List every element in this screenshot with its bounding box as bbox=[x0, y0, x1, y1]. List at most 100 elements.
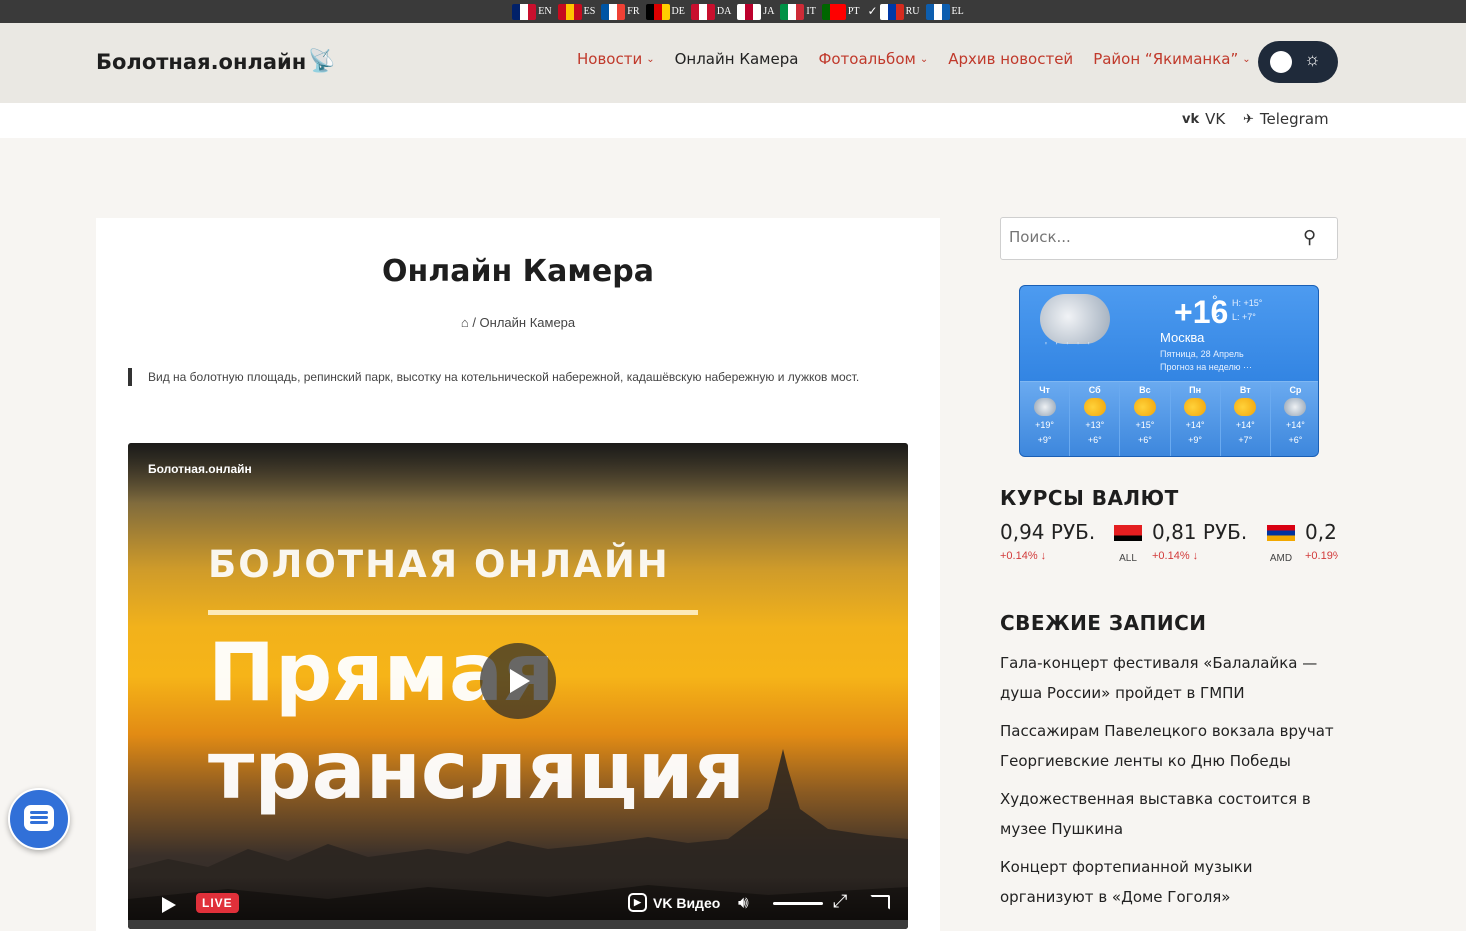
main-nav: Новости ⌄ Онлайн Камера Фотоальбом ⌄ Архив но… bbox=[577, 50, 1251, 68]
chat-button[interactable] bbox=[8, 788, 70, 850]
theme-toggle[interactable]: ☼ bbox=[1258, 41, 1338, 83]
weather-low: L: +7° bbox=[1232, 312, 1256, 322]
weather-forecast-link[interactable]: Прогноз на неделю ··· bbox=[1160, 362, 1252, 372]
lang-de[interactable]: DE bbox=[645, 3, 685, 20]
nav-item-4[interactable]: Район “Якиманка” ⌄ bbox=[1093, 50, 1250, 68]
lang-code: ES bbox=[583, 6, 596, 17]
search-box: ⚲ bbox=[1000, 217, 1338, 260]
play-icon[interactable] bbox=[162, 897, 176, 913]
partly-sunny-icon bbox=[1083, 398, 1106, 416]
posts-title: СВЕЖИЕ ЗАПИСИ bbox=[1000, 611, 1207, 635]
lang-ru[interactable]: ✓ RU bbox=[866, 3, 920, 20]
telegram-label: Telegram bbox=[1259, 110, 1329, 128]
post-link[interactable]: Пассажирам Павелецкого вокзала вручат Ге… bbox=[1000, 716, 1340, 776]
nav-item-2[interactable]: Фотоальбом ⌄ bbox=[818, 50, 928, 68]
day-low: +7° bbox=[1238, 435, 1253, 445]
day-name: Вт bbox=[1239, 385, 1251, 395]
lang-da[interactable]: DA bbox=[690, 3, 732, 20]
day-high: +14° bbox=[1185, 420, 1205, 430]
vk-link[interactable]: vk VK bbox=[1182, 110, 1225, 128]
currency-rate: 0,21 +0.19% bbox=[1305, 520, 1338, 562]
weather-temp: +16 bbox=[1174, 294, 1229, 330]
search-input[interactable] bbox=[1009, 228, 1289, 246]
day-low: +6° bbox=[1137, 435, 1152, 445]
weather-city: Москва bbox=[1160, 330, 1205, 345]
lang-ja[interactable]: JA bbox=[737, 3, 775, 20]
nav-item-0[interactable]: Новости ⌄ bbox=[577, 50, 655, 68]
day-name: Пн bbox=[1189, 385, 1202, 395]
post-link[interactable]: Концерт фортепианной музыки организуют в… bbox=[1000, 852, 1340, 912]
page-title: Онлайн Камера bbox=[382, 254, 654, 289]
logo-text[interactable]: Болотная.онлайн bbox=[96, 50, 306, 74]
weather-forecast-row: Чт +19° +9° Сб +13° +6° Вс +15° +6° Пн +14° +9° Вт +1… bbox=[1020, 381, 1318, 456]
lang-es[interactable]: ES bbox=[557, 3, 596, 20]
lang-it[interactable]: IT bbox=[780, 3, 816, 20]
rates-title: КУРСЫ ВАЛЮТ bbox=[1000, 486, 1179, 510]
video-player[interactable]: Болотная.онлайн БОЛОТНАЯ ОНЛАЙН Прямая т… bbox=[128, 443, 908, 929]
weather-high-low: H: +15° L: +7° bbox=[1232, 296, 1262, 324]
cloud-icon bbox=[1033, 398, 1056, 416]
lang-fr[interactable]: FR bbox=[601, 3, 640, 20]
forecast-day: Чт +19° +9° bbox=[1020, 382, 1071, 456]
lang-code: FR bbox=[627, 6, 640, 17]
home-icon[interactable]: ⌂ bbox=[461, 315, 469, 330]
rate-change: +0.14% ↓ bbox=[1000, 550, 1047, 562]
cast-icon[interactable] bbox=[870, 895, 890, 910]
day-high: +19° bbox=[1035, 420, 1055, 430]
currency-code: ALL bbox=[1119, 553, 1137, 564]
flag-icon bbox=[879, 3, 904, 20]
flag-icon bbox=[645, 3, 670, 20]
day-low: +9° bbox=[1188, 435, 1203, 445]
lang-el[interactable]: EL bbox=[925, 3, 964, 20]
weather-widget[interactable]: ' ' ' ' ' +16 ° C H: +15° L: +7° Москва … bbox=[1019, 285, 1319, 457]
lang-code: EN bbox=[538, 6, 552, 17]
weather-date: Пятница, 28 Апрель bbox=[1160, 349, 1244, 359]
video-headline-rule bbox=[208, 610, 698, 615]
lang-pt[interactable]: PT bbox=[821, 3, 860, 20]
vk-video-logo[interactable]: ▶ VK Видео bbox=[628, 893, 720, 912]
volume-icon[interactable]: 🔊︎ bbox=[738, 893, 749, 913]
rain-drops: ' ' ' ' ' bbox=[1045, 341, 1093, 352]
video-bottom-bar bbox=[128, 920, 908, 929]
lang-code: JA bbox=[763, 6, 775, 17]
rate-value: 0,94 РУБ. bbox=[1000, 520, 1096, 544]
forecast-day: Пн +14° +9° bbox=[1171, 382, 1221, 456]
video-channel[interactable]: Болотная.онлайн bbox=[148, 462, 252, 476]
toggle-knob bbox=[1270, 51, 1292, 73]
rate-value: 0,21 bbox=[1305, 520, 1338, 544]
language-bar: EN ES FR DE DA JA IT PT ✓ RU EL bbox=[0, 0, 1466, 23]
vk-icon: vk bbox=[1182, 111, 1200, 127]
chevron-down-icon: ⌄ bbox=[1242, 53, 1251, 65]
weather-high: H: +15° bbox=[1232, 298, 1263, 308]
rate-value: 0,81 РУБ. bbox=[1152, 520, 1248, 544]
rain-cloud-icon bbox=[1040, 294, 1110, 344]
lang-code: DA bbox=[716, 6, 732, 17]
big-play-button[interactable] bbox=[480, 643, 556, 719]
day-high: +13° bbox=[1085, 420, 1105, 430]
post-link[interactable]: Художественная выставка состоится в музе… bbox=[1000, 784, 1340, 844]
lang-en[interactable]: EN bbox=[512, 3, 552, 20]
site-logo[interactable]: Болотная.онлайн 📡 bbox=[96, 49, 336, 74]
weather-unit: C bbox=[1212, 308, 1220, 320]
breadcrumb-current: / Онлайн Камера bbox=[472, 315, 576, 330]
page-description: Вид на болотную площадь, репинский парк,… bbox=[128, 368, 908, 386]
post-link[interactable]: Гала-концерт фестиваля «Балалайка — душа… bbox=[1000, 648, 1340, 708]
day-high: +14° bbox=[1286, 420, 1305, 430]
fullscreen-icon[interactable]: ⤢ bbox=[833, 891, 847, 912]
lang-code: RU bbox=[905, 6, 920, 17]
forecast-day: Вт +14° +7° bbox=[1221, 382, 1271, 456]
content-card: Онлайн Камера ⌂ / Онлайн Камера Вид на б… bbox=[96, 218, 940, 931]
nav-item-1[interactable]: Онлайн Камера bbox=[675, 50, 799, 68]
cloud-icon bbox=[1284, 398, 1307, 416]
telegram-link[interactable]: ✈ Telegram bbox=[1243, 110, 1329, 128]
lang-code: EL bbox=[951, 6, 964, 17]
day-name: Вс bbox=[1139, 385, 1151, 395]
search-icon[interactable]: ⚲ bbox=[1303, 227, 1316, 248]
site-header: Болотная.онлайн 📡 Новости ⌄ Онлайн Камера Ф… bbox=[0, 23, 1466, 103]
volume-slider[interactable] bbox=[773, 902, 823, 905]
partly-sunny-icon bbox=[1234, 398, 1257, 416]
nav-label: Новости bbox=[577, 50, 643, 68]
nav-label: Район “Якиманка” bbox=[1093, 50, 1239, 68]
nav-item-3[interactable]: Архив новостей bbox=[948, 50, 1073, 68]
video-headline: БОЛОТНАЯ ОНЛАЙН bbox=[208, 543, 670, 586]
